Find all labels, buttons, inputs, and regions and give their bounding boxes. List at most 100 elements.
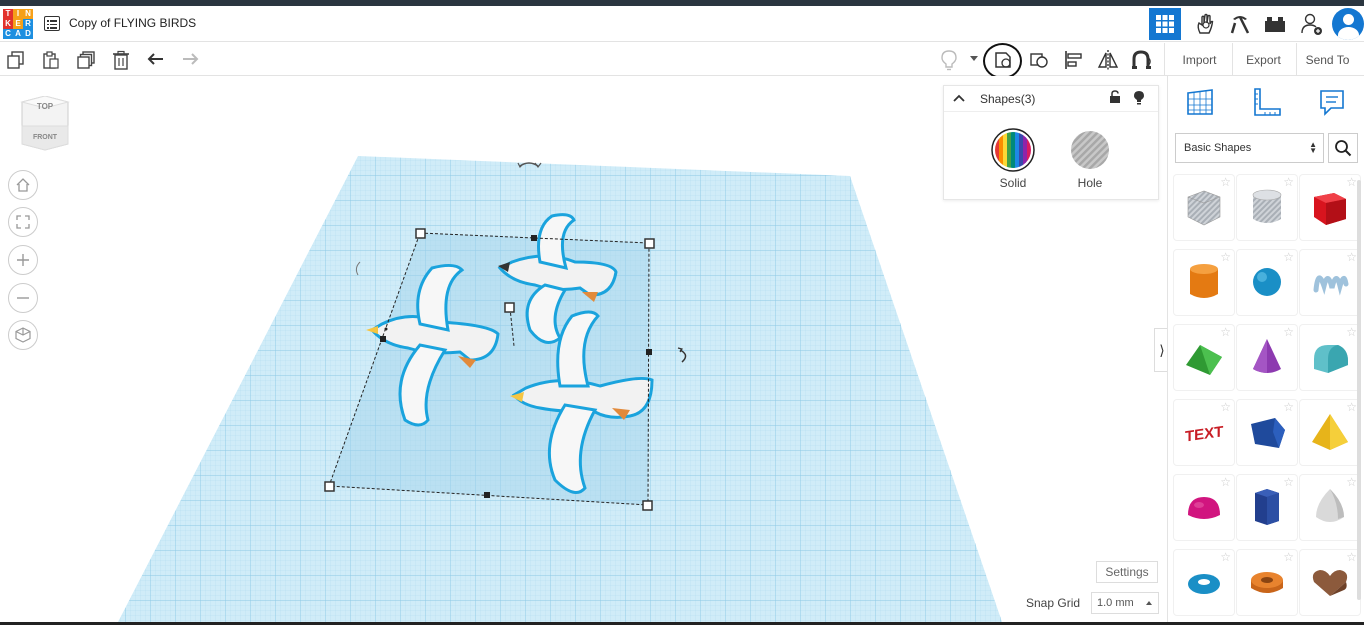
align-icon <box>1065 51 1082 69</box>
settings-button[interactable]: Settings <box>1096 561 1158 583</box>
shape-tile-paraboloid[interactable]: ☆ <box>1300 475 1360 540</box>
invite-user-button[interactable] <box>1296 8 1328 40</box>
hole-swatch[interactable] <box>1070 130 1110 170</box>
undo-icon <box>147 53 163 65</box>
logo-letter: T <box>3 9 13 19</box>
shape-tile-pyramid[interactable]: ☆ <box>1300 400 1360 465</box>
favorite-star-icon[interactable]: ☆ <box>1283 551 1294 563</box>
shape-tile-cone[interactable]: ☆ <box>1237 325 1297 390</box>
edit-toolbar: Import Export Send To <box>0 43 1364 79</box>
light-bulb-icon[interactable] <box>1133 90 1145 105</box>
shape-tile-scribble[interactable]: ☆ <box>1300 250 1360 315</box>
favorite-star-icon[interactable]: ☆ <box>1220 251 1231 263</box>
favorite-star-icon[interactable]: ☆ <box>1220 551 1231 563</box>
shape-tile-roof[interactable]: ☆ <box>1174 325 1234 390</box>
favorite-star-icon[interactable]: ☆ <box>1346 476 1357 488</box>
redo-button[interactable] <box>177 47 203 73</box>
export-button[interactable]: Export <box>1236 48 1291 72</box>
logo-letter: A <box>13 29 23 39</box>
box-icon <box>1314 193 1346 225</box>
shape-tile-box-hole[interactable]: ☆ <box>1174 175 1234 240</box>
favorite-star-icon[interactable]: ☆ <box>1220 326 1231 338</box>
solid-color-swatch[interactable] <box>991 128 1035 172</box>
shape-search-button[interactable] <box>1328 133 1358 163</box>
duplicate-button[interactable] <box>73 47 99 73</box>
favorite-star-icon[interactable]: ☆ <box>1346 551 1357 563</box>
document-title[interactable]: Copy of FLYING BIRDS <box>69 16 196 30</box>
tab-workplane[interactable] <box>1180 84 1220 120</box>
align-button[interactable] <box>1061 47 1087 73</box>
heart-icon <box>1312 570 1348 596</box>
shape-tile-half-sphere[interactable]: ☆ <box>1174 475 1234 540</box>
favorite-star-icon[interactable]: ☆ <box>1283 476 1294 488</box>
grid-view-button[interactable] <box>1149 8 1181 40</box>
shape-tile-hexagonal-prism[interactable]: ☆ <box>1237 475 1297 540</box>
box-hole-icon <box>1187 190 1221 226</box>
cylinder-icon <box>1190 264 1218 298</box>
sim-lab-button[interactable] <box>1189 8 1221 40</box>
shape-tile-cylinder-hole[interactable]: ☆ <box>1237 175 1297 240</box>
send-to-button[interactable]: Send To <box>1300 48 1355 72</box>
favorite-star-icon[interactable]: ☆ <box>1283 176 1294 188</box>
tinkercad-logo[interactable]: TINKERCAD <box>3 9 33 39</box>
home-view-button[interactable] <box>8 170 38 200</box>
favorite-star-icon[interactable]: ☆ <box>1346 251 1357 263</box>
scribble-icon <box>1313 275 1349 296</box>
shape-tile-heart[interactable]: ☆ <box>1300 550 1360 615</box>
paste-button[interactable] <box>38 47 64 73</box>
delete-button[interactable] <box>108 47 134 73</box>
shape-tile-polygon[interactable]: ☆ <box>1237 400 1297 465</box>
cruise-button[interactable] <box>1129 47 1155 73</box>
ungroup-button[interactable] <box>1026 47 1052 73</box>
design-list-icon[interactable] <box>44 16 60 31</box>
favorite-star-icon[interactable]: ☆ <box>1346 326 1357 338</box>
mirror-button[interactable] <box>1095 47 1121 73</box>
shape-tile-text[interactable]: TEXT ☆ <box>1174 400 1234 465</box>
favorite-star-icon[interactable]: ☆ <box>1283 251 1294 263</box>
fit-view-button[interactable] <box>8 207 38 237</box>
user-avatar-icon[interactable] <box>1332 8 1364 40</box>
favorite-star-icon[interactable]: ☆ <box>1220 176 1231 188</box>
shape-library-select[interactable]: Basic Shapes ▲ ▼ <box>1175 133 1324 163</box>
favorite-star-icon[interactable]: ☆ <box>1283 326 1294 338</box>
logo-letter: E <box>13 19 23 29</box>
workplane-grid-icon <box>1187 89 1213 115</box>
favorite-star-icon[interactable]: ☆ <box>1220 401 1231 413</box>
tab-notes[interactable] <box>1312 84 1352 120</box>
favorite-star-icon[interactable]: ☆ <box>1346 176 1357 188</box>
perspective-button[interactable] <box>8 320 38 350</box>
favorite-star-icon[interactable]: ☆ <box>1220 476 1231 488</box>
import-button[interactable]: Import <box>1172 48 1227 72</box>
sidebar-scrollbar[interactable] <box>1357 180 1361 600</box>
copy-button[interactable] <box>3 47 29 73</box>
hole-label: Hole <box>1077 176 1103 190</box>
duplicate-icon <box>77 51 95 69</box>
shape-tile-round-roof[interactable]: ☆ <box>1300 325 1360 390</box>
zoom-out-button[interactable] <box>8 283 38 313</box>
cruise-magnet-icon <box>1132 50 1151 69</box>
favorite-star-icon[interactable]: ☆ <box>1283 401 1294 413</box>
snap-grid-select[interactable]: 1.0 mm <box>1091 592 1159 614</box>
delete-icon <box>113 50 129 70</box>
shape-tile-torus[interactable]: ☆ <box>1174 550 1234 615</box>
annotation-circle <box>983 43 1022 79</box>
favorite-star-icon[interactable]: ☆ <box>1346 401 1357 413</box>
zoom-in-button[interactable] <box>8 245 38 275</box>
paste-icon <box>43 51 59 69</box>
add-user-icon <box>1301 13 1322 35</box>
shape-tile-cylinder[interactable]: ☆ <box>1174 250 1234 315</box>
light-bulb-button[interactable] <box>936 47 962 73</box>
minecraft-button[interactable] <box>1224 8 1256 40</box>
view-cube[interactable]: TOP FRONT <box>20 96 70 152</box>
undo-button[interactable] <box>143 47 169 73</box>
perspective-icon <box>15 327 31 343</box>
shape-tile-sphere[interactable]: ☆ <box>1237 250 1297 315</box>
tube-icon <box>1251 572 1283 593</box>
shape-tile-box[interactable]: ☆ <box>1300 175 1360 240</box>
chevron-up-icon[interactable] <box>953 94 965 102</box>
bricks-button[interactable] <box>1259 8 1291 40</box>
chevron-down-icon[interactable] <box>970 56 978 62</box>
lock-icon[interactable] <box>1109 90 1121 104</box>
shape-tile-tube[interactable]: ☆ <box>1237 550 1297 615</box>
tab-ruler[interactable] <box>1247 84 1287 120</box>
